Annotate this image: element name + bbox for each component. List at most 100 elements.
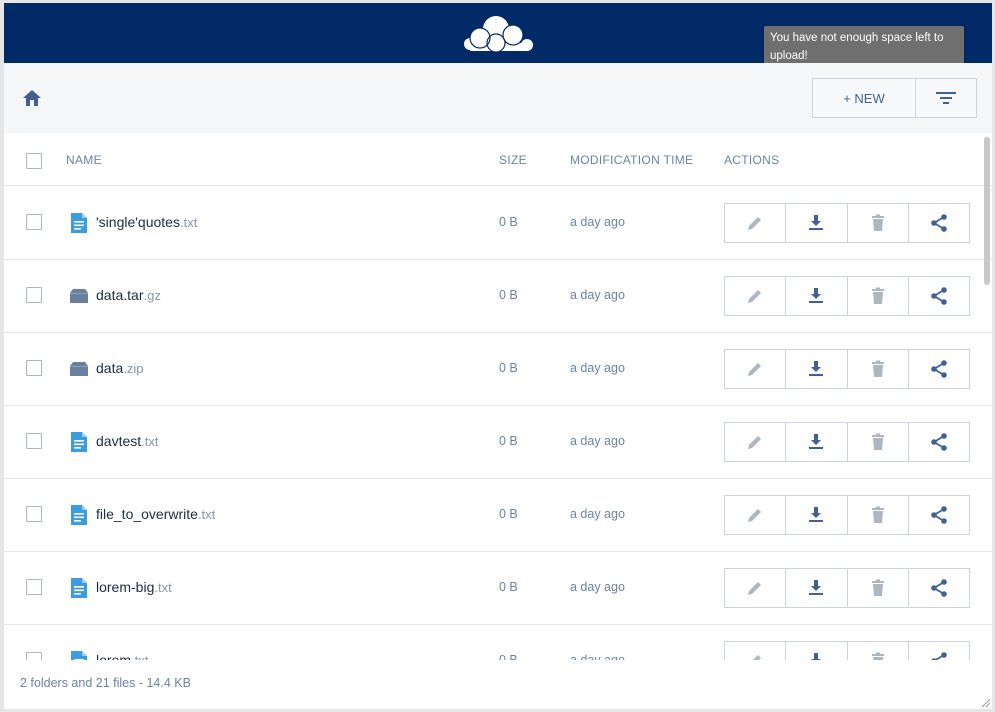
file-size: 0 B [499,434,518,448]
delete-button[interactable] [848,569,909,607]
delete-button[interactable] [848,277,909,315]
file-name-base: lorem-big [96,579,155,595]
owncloud-logo-icon[interactable] [463,13,535,53]
download-icon [809,215,824,230]
file-modified-time: a day ago [570,434,625,448]
resize-handle-icon[interactable] [979,696,991,708]
trash-icon [871,287,884,304]
table-row[interactable]: data.tar.gz 0 B a day ago [4,260,992,333]
share-button[interactable] [909,496,969,534]
rename-icon [753,655,762,660]
row-checkbox[interactable] [26,506,42,522]
column-header-modified[interactable]: MODIFICATION TIME [570,153,693,167]
table-row[interactable]: 'single'quotes.txt 0 B a day ago [4,187,992,260]
row-checkbox[interactable] [26,579,42,595]
row-checkbox[interactable] [26,652,42,660]
table-row[interactable]: davtest.txt 0 B a day ago [4,406,992,479]
file-name-extension: .txt [131,653,148,660]
rename-button[interactable] [725,569,787,607]
file-name-base: davtest [96,433,142,449]
download-button[interactable] [786,277,848,315]
select-all-checkbox[interactable] [26,153,42,169]
table-row[interactable]: lorem-big.txt 0 B a day ago [4,552,992,625]
file-name-link[interactable]: file_to_overwrite.txt [96,506,215,522]
file-size: 0 B [499,653,518,660]
rename-button[interactable] [725,642,787,660]
trash-icon [871,652,884,660]
table-row[interactable]: file_to_overwrite.txt 0 B a day ago [4,479,992,552]
rename-button[interactable] [725,204,787,242]
share-icon [931,579,947,597]
rename-button[interactable] [725,496,787,534]
share-button[interactable] [909,423,969,461]
file-name-extension: .gz [143,288,161,303]
share-button[interactable] [909,277,969,315]
row-actions [724,568,970,608]
rename-button[interactable] [725,350,787,388]
row-actions [724,641,970,660]
download-button[interactable] [786,204,848,242]
download-button[interactable] [786,642,848,660]
share-icon [931,506,947,524]
file-name-link[interactable]: lorem.txt [96,652,148,660]
file-size: 0 B [499,361,518,375]
column-header-size[interactable]: SIZE [499,153,527,167]
file-name-link[interactable]: lorem-big.txt [96,579,172,595]
row-checkbox[interactable] [26,287,42,303]
file-modified-time: a day ago [570,653,625,660]
file-modified-time: a day ago [570,361,625,375]
delete-button[interactable] [848,204,909,242]
file-list: NAME SIZE MODIFICATION TIME ACTIONS 'sin… [4,133,992,660]
rename-button[interactable] [725,277,787,315]
delete-button[interactable] [848,423,909,461]
file-name-link[interactable]: data.zip [96,360,143,376]
share-button[interactable] [909,350,969,388]
home-icon[interactable] [21,88,43,108]
file-name-base: data [96,360,124,376]
share-icon [931,360,947,378]
row-checkbox[interactable] [26,433,42,449]
file-name-base: 'single'quotes [96,214,180,230]
file-modified-time: a day ago [570,288,625,302]
file-summary: 2 folders and 21 files - 14.4 KB [20,676,191,690]
row-checkbox[interactable] [26,360,42,376]
column-header-name[interactable]: NAME [66,153,102,167]
share-icon [931,287,947,305]
filter-button[interactable] [915,78,977,118]
file-name-link[interactable]: data.tar.gz [96,287,161,303]
rename-button[interactable] [725,423,787,461]
table-row[interactable]: data.zip 0 B a day ago [4,333,992,406]
download-icon [809,361,824,376]
download-icon [809,288,824,303]
files-app-window: You have not enough space left to upload… [4,3,992,709]
text-file-icon [69,504,89,526]
vertical-scrollbar[interactable] [984,137,990,285]
share-button[interactable] [909,642,969,660]
text-file-icon [69,650,89,660]
trash-icon [871,214,884,231]
delete-button[interactable] [848,496,909,534]
file-name-base: file_to_overwrite [96,506,198,522]
download-button[interactable] [786,350,848,388]
delete-button[interactable] [848,350,909,388]
share-button[interactable] [909,569,969,607]
download-button[interactable] [786,423,848,461]
row-actions [724,349,970,389]
share-icon [931,652,947,660]
row-actions [724,203,970,243]
rename-icon [748,582,762,595]
file-name-link[interactable]: davtest.txt [96,433,158,449]
file-name-link[interactable]: 'single'quotes.txt [96,214,197,230]
share-button[interactable] [909,204,969,242]
trash-icon [871,360,884,377]
archive-icon [69,285,89,307]
row-checkbox[interactable] [26,214,42,230]
column-header-actions: ACTIONS [724,153,780,167]
download-icon [809,580,824,595]
table-row[interactable]: lorem.txt 0 B a day ago [4,625,992,660]
download-button[interactable] [786,569,848,607]
delete-button[interactable] [848,642,909,660]
rename-icon [748,290,762,303]
new-button[interactable]: + NEW [812,78,916,118]
download-button[interactable] [786,496,848,534]
